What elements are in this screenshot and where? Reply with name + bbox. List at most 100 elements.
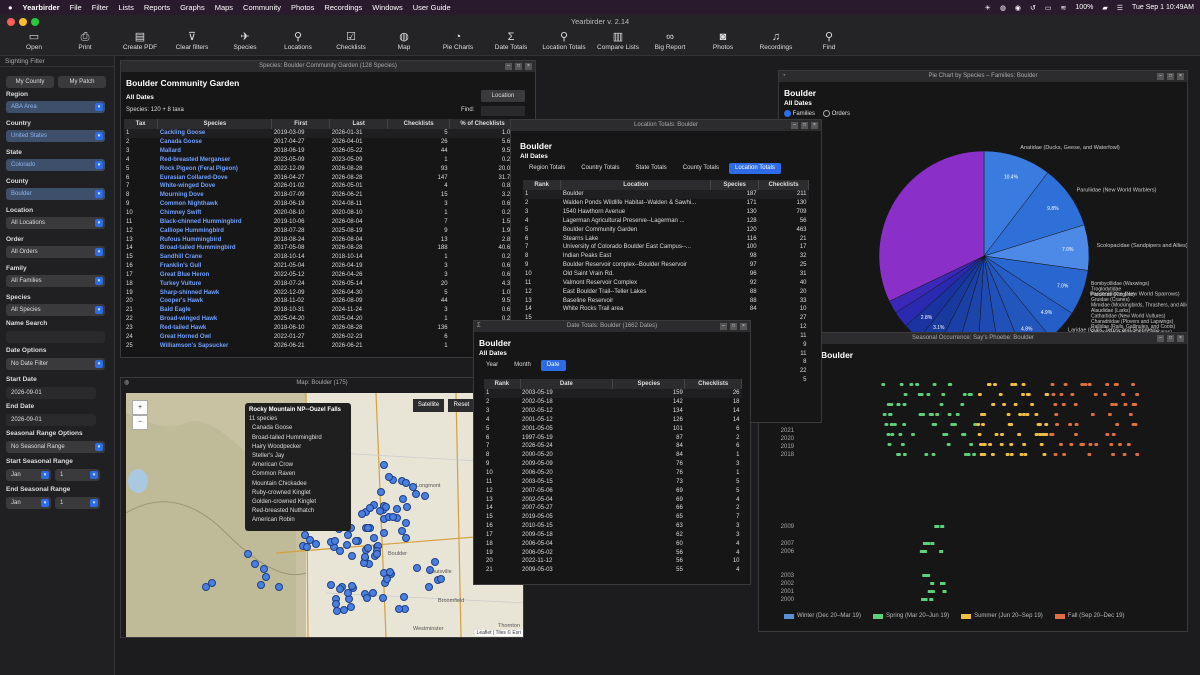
table-row[interactable]: 14 2007-05-27 66 2 (484, 504, 742, 513)
table-row[interactable]: 4 Red-breasted Merganser 2023-05-09 2023-05… (124, 156, 516, 165)
sighting-marker[interactable] (344, 530, 353, 539)
column-header[interactable]: Checklists (387, 119, 451, 129)
column-header[interactable]: Checklists (684, 379, 742, 389)
table-row[interactable]: 3 2002-05-12 134 14 (484, 407, 742, 416)
create-pdf-button[interactable]: ▤ Create PDF (110, 31, 170, 51)
legend-item[interactable]: Fall (Sep 20–Dec 19) (1054, 613, 1124, 619)
table-row[interactable]: 12 Calliope Hummingbird 2018-07-28 2025-08-… (124, 226, 516, 235)
recordings-button[interactable]: ♫ Recordings (746, 31, 806, 51)
table-row[interactable]: 15 2019-05-05 65 7 (484, 513, 742, 522)
table-row[interactable]: 13 Rufous Hummingbird 2018-08-24 2026-08-04… (124, 235, 516, 244)
column-header[interactable]: Location (560, 180, 712, 190)
apple-icon[interactable]: ● (8, 3, 13, 12)
record-icon[interactable]: ◉ (1015, 4, 1021, 12)
table-row[interactable]: 2 Walden Ponds Wildlife Habitat--Walden &… (523, 199, 809, 208)
table-row[interactable]: 8 Indian Peaks East 98 32 (523, 252, 809, 261)
table-row[interactable]: 9 2009-05-09 76 3 (484, 460, 742, 469)
column-header[interactable]: Last (329, 119, 389, 129)
tab-county-totals[interactable]: County Totals (677, 163, 725, 174)
sighting-marker[interactable] (363, 523, 372, 532)
minimize-icon[interactable]: – (1157, 73, 1164, 80)
start-date-field[interactable]: 2026-09-01 (6, 387, 96, 399)
satellite-button[interactable]: Satellite (413, 399, 444, 412)
map-canvas[interactable]: + − Satellite Reset Rocky Mountain NP--O… (126, 393, 523, 637)
menu-maps[interactable]: Maps (215, 3, 233, 12)
sighting-marker[interactable] (394, 604, 403, 613)
table-row[interactable]: 1 2003-05-19 159 26 (484, 389, 742, 398)
reset-button[interactable]: Reset (448, 399, 475, 412)
battery-icon[interactable]: ▰ (1102, 4, 1107, 12)
clear-filters-button[interactable]: ⊽ Clear filters (162, 31, 222, 51)
sighting-marker[interactable] (382, 502, 390, 511)
county-select[interactable]: Boulder ▾ (6, 188, 105, 200)
brightness-icon[interactable]: ☀ (985, 4, 991, 12)
close-icon[interactable]: × (811, 122, 818, 129)
location-totals-button[interactable]: ⚲ Location Totals (534, 31, 594, 51)
sighting-marker[interactable] (365, 503, 374, 512)
table-row[interactable]: 10 Chimney Swift 2020-08-10 2020-08-10 1 0.22 (124, 209, 516, 218)
table-row[interactable]: 8 2000-05-20 84 1 (484, 451, 742, 460)
sighting-marker[interactable] (378, 593, 387, 602)
tab-year[interactable]: Year (480, 360, 504, 371)
table-row[interactable]: 7 White-winged Dove 2026-01-02 2026-05-01 4 0… (124, 182, 516, 191)
table-row[interactable]: 22 Broad-winged Hawk 2025-04-20 2025-04-20 1… (124, 315, 516, 324)
table-row[interactable]: 9 Common Nighthawk 2018-06-19 2024-08-11 3 0.… (124, 200, 516, 209)
legend-item[interactable]: Winter (Dec 20–Mar 19) (784, 613, 861, 619)
find-input[interactable] (481, 106, 525, 116)
checklists-button[interactable]: ☑ Checklists (321, 31, 381, 51)
column-header[interactable]: Species (612, 379, 686, 389)
table-row[interactable]: 2 Canada Goose 2017-04-27 2026-04-01 26 5.62 (124, 138, 516, 147)
maximize-icon[interactable]: □ (515, 63, 522, 70)
order-select[interactable]: All Orders ▾ (6, 246, 105, 258)
close-window-button[interactable] (7, 18, 15, 26)
start-day-select[interactable]: 1 ▾ (55, 469, 100, 481)
minimize-icon[interactable]: – (1157, 335, 1164, 342)
table-row[interactable]: 20 2022-11-12 56 10 (484, 557, 742, 566)
print-button[interactable]: ⎙ Print (55, 31, 115, 51)
big-report-button[interactable]: ∞ Big Report (640, 31, 700, 51)
table-row[interactable]: 21 2009-05-03 55 4 (484, 566, 742, 575)
pie-charts-button[interactable]: ◔ Pie Charts (428, 31, 488, 51)
sighting-marker[interactable] (364, 543, 373, 552)
sighting-marker[interactable] (250, 559, 259, 568)
end-day-select[interactable]: 1 ▾ (55, 497, 100, 509)
table-row[interactable]: 13 Baseline Reservoir 88 33 (523, 296, 809, 305)
table-row[interactable]: 18 2006-05-04 60 4 (484, 539, 742, 548)
table-row[interactable]: 3 Mallard 2018-06-19 2026-05-22 44 9.50 (124, 147, 516, 156)
table-row[interactable]: 12 East Boulder Trail--Teller Lakes 88 20 (523, 287, 809, 296)
map-attribution[interactable]: Leaflet | Tiles © Esri (474, 630, 523, 636)
minimize-icon[interactable]: – (505, 63, 512, 70)
sighting-marker[interactable] (392, 504, 401, 513)
globe-icon[interactable]: ◍ (1000, 4, 1006, 12)
maximize-icon[interactable]: □ (1167, 335, 1174, 342)
menu-windows[interactable]: Windows (372, 3, 402, 12)
column-header[interactable]: Tax (124, 119, 159, 129)
table-row[interactable]: 3 1540 Hawthorn Avenue 130 709 (523, 208, 809, 217)
wifi-icon[interactable]: ≋ (1061, 4, 1067, 12)
menu-file[interactable]: File (70, 3, 82, 12)
seasonal-chart[interactable]: 2021 2020 2019 2018 2009 2007 2006 2003 2002 2001… (759, 363, 1188, 603)
start-month-select[interactable]: Jan ▾ (6, 469, 51, 481)
menu-photos[interactable]: Photos (291, 3, 314, 12)
close-icon[interactable]: × (740, 323, 747, 330)
table-row[interactable]: 6 Stearns Lake 116 21 (523, 234, 809, 243)
sighting-marker[interactable] (256, 580, 265, 589)
table-row[interactable]: 4 Lagerman Agricultural Preserve--Lagerma… (523, 217, 809, 226)
table-row[interactable]: 24Great Horned Owl2022-01-272026-02-2361… (124, 332, 516, 341)
maximize-icon[interactable]: □ (801, 122, 808, 129)
zoom-in-button[interactable]: + (132, 400, 148, 415)
sighting-marker[interactable] (411, 489, 420, 498)
species-button[interactable]: ✈ Species (215, 31, 275, 51)
sighting-marker[interactable] (412, 564, 421, 573)
sighting-marker[interactable] (430, 557, 439, 566)
date-options-select[interactable]: No Date Filter ▾ (6, 358, 105, 370)
maximize-icon[interactable]: □ (730, 323, 737, 330)
end-date-field[interactable]: 2026-09-01 (6, 414, 96, 426)
legend-item[interactable]: Spring (Mar 20–Jun 19) (873, 613, 949, 619)
table-row[interactable]: 6 1997-05-19 87 2 (484, 433, 742, 442)
table-row[interactable]: 5 Rock Pigeon (Feral Pigeon) 2022-12-09 202… (124, 164, 516, 173)
country-select[interactable]: United States ▾ (6, 130, 105, 142)
column-header[interactable]: % of Checklists (449, 119, 516, 129)
table-row[interactable]: 23 Red-tailed Hawk 2018-06-10 2026-08-28 136… (124, 324, 516, 333)
my-patch-button[interactable]: My Patch (58, 76, 106, 88)
